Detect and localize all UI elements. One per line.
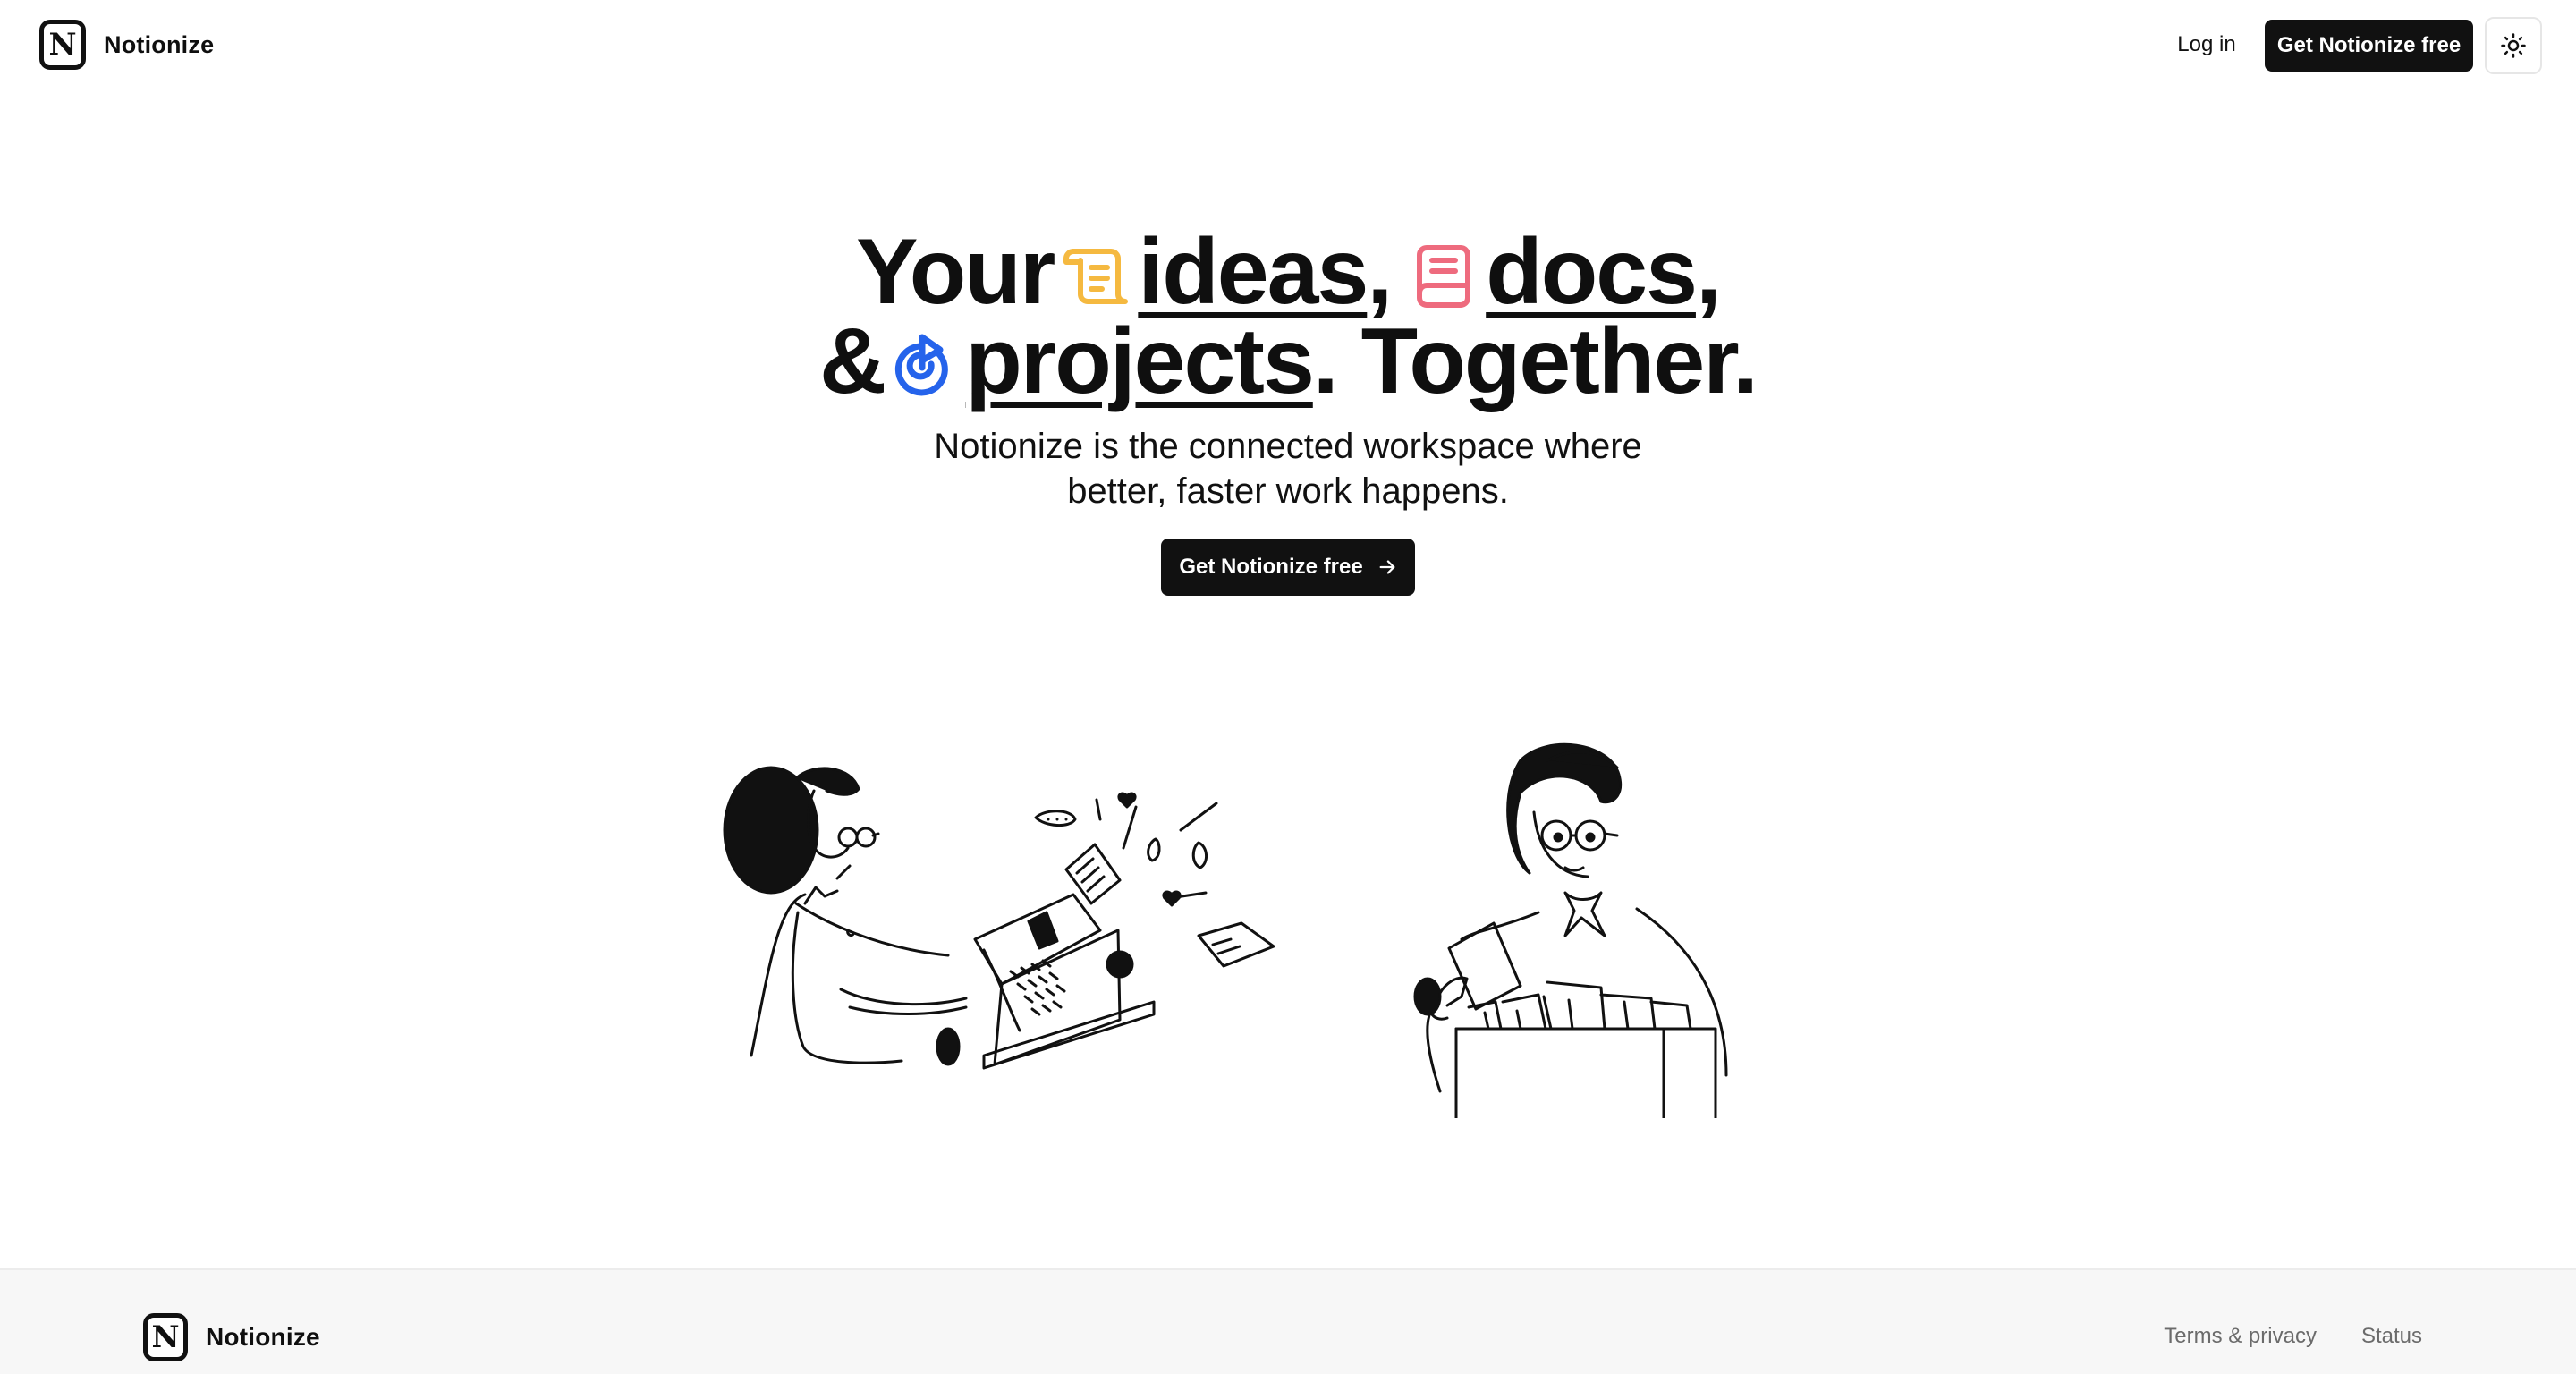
site-header: N Notionize Log in Get Notionize free [0,0,2576,89]
heading-ampersand: & [819,310,886,413]
typewriter-person-illustration [723,766,1275,1070]
scroll-icon [1063,249,1129,304]
hero-subtitle-line-2: better, faster work happens. [1067,471,1509,511]
site-footer: N Notionize Terms & privacy Status [0,1268,2576,1374]
status-link[interactable]: Status [2361,1324,2422,1349]
cta-label: Get Notionize free [1179,555,1363,579]
brand-name: Notionize [104,30,215,58]
heading-word-docs: docs [1486,220,1698,324]
footer-links: Terms & privacy Status [2164,1324,2422,1349]
heading-word-ideas: ideas [1138,220,1368,324]
sun-icon [2501,33,2526,58]
filing-person-illustration [1413,742,1728,1118]
terms-privacy-link[interactable]: Terms & privacy [2164,1324,2317,1349]
heading-word-your: Your [856,220,1055,324]
target-icon [895,334,948,396]
hero-heading-line-1: Your ideas, docs, [0,225,2576,318]
brand-home-link[interactable]: N Notionize [39,20,214,70]
heading-comma: , [1367,220,1393,324]
heading-together: . Together. [1312,310,1758,413]
get-free-button-header[interactable]: Get Notionize free [2265,20,2473,72]
hero-heading-line-2: & projects. Together. [0,315,2576,408]
login-link[interactable]: Log in [2157,23,2256,66]
footer-brand-name: Notionize [206,1323,320,1351]
notionize-logo: N [39,20,86,70]
theme-toggle-button[interactable] [2485,17,2542,74]
heading-word-projects: projects [965,310,1315,413]
book-icon [1417,245,1471,308]
get-free-button-hero[interactable]: Get Notionize free [1161,539,1415,596]
arrow-right-icon [1379,560,1395,574]
footer-brand-link[interactable]: N Notionize [143,1313,320,1361]
heading-comma: , [1695,220,1722,324]
hero-subtitle-line-1: Notionize is the connected workspace whe… [934,427,1642,466]
notionize-logo: N [143,1313,188,1361]
